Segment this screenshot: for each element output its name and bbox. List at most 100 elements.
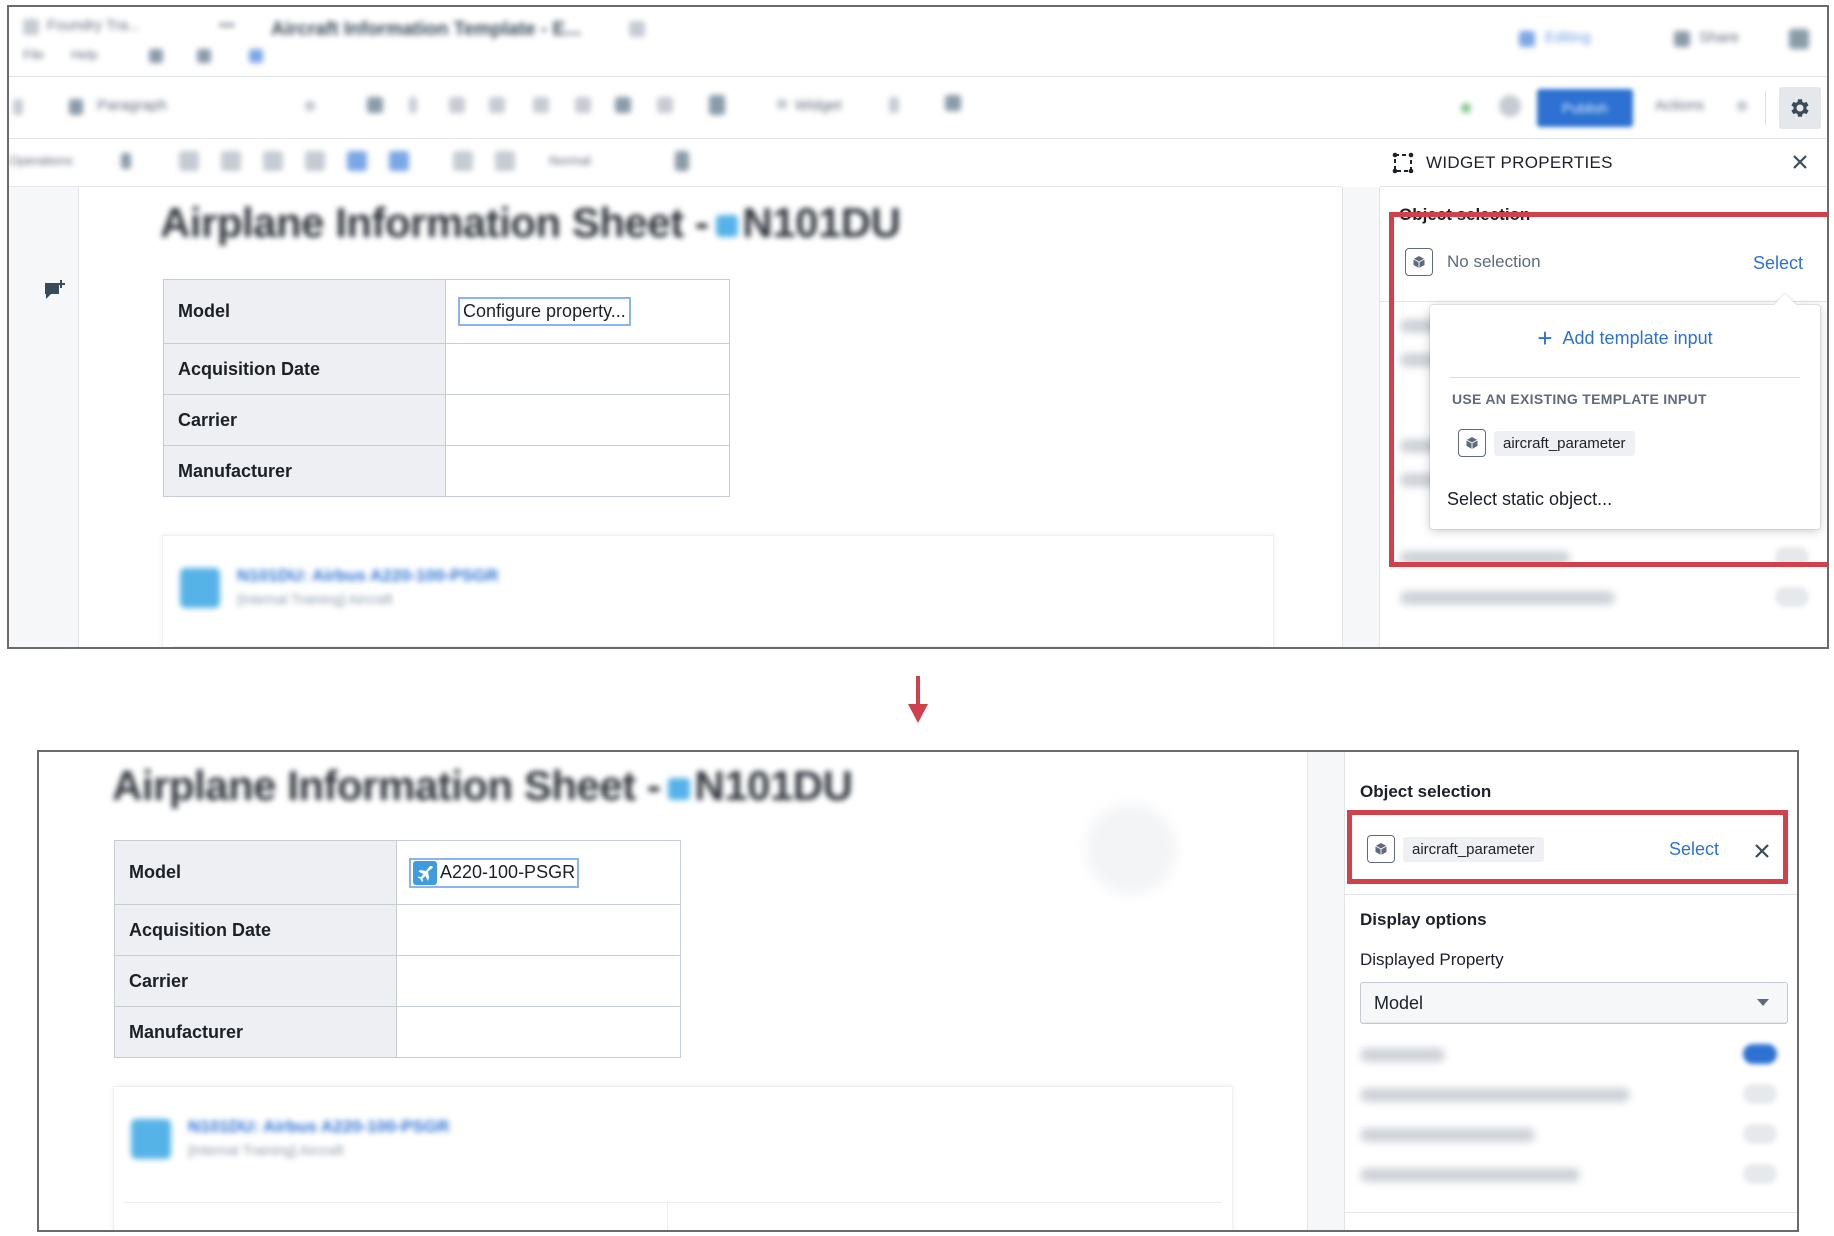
text-color-icon[interactable] bbox=[615, 97, 631, 113]
row-value[interactable]: Configure property... bbox=[445, 279, 730, 344]
underline-icon[interactable] bbox=[449, 97, 465, 113]
configure-property-widget[interactable]: Configure property... bbox=[458, 297, 631, 326]
actions-chevron-icon bbox=[1737, 101, 1747, 111]
object-card[interactable]: N101DU: Airbus A220-100-PSGR [Internal T… bbox=[162, 535, 1274, 647]
info-table: Model A220-100-PSGR Acquisition Date Car… bbox=[114, 840, 681, 1058]
widget-properties-panel: WIDGET PROPERTIES Object selection No se… bbox=[1380, 139, 1827, 647]
blurred-option-apply-formatting bbox=[1400, 591, 1615, 605]
split-cells-icon[interactable] bbox=[495, 151, 515, 171]
undo-icon[interactable] bbox=[13, 99, 23, 115]
table-row: Model Configure property... bbox=[163, 279, 730, 344]
share-button[interactable]: Share bbox=[1699, 29, 1739, 46]
insert-row-above-icon[interactable] bbox=[179, 151, 199, 171]
row-value[interactable]: A220-100-PSGR bbox=[396, 840, 681, 905]
object-property-widget[interactable]: A220-100-PSGR bbox=[409, 857, 580, 888]
panel-title: WIDGET PROPERTIES bbox=[1426, 152, 1613, 172]
header-col-icon[interactable] bbox=[389, 151, 409, 171]
insert-col-right-icon[interactable] bbox=[305, 151, 325, 171]
pencil-icon bbox=[1519, 31, 1535, 47]
displayed-property-value: Model bbox=[1374, 992, 1424, 1013]
toggle-show-icon[interactable] bbox=[1743, 1044, 1777, 1064]
displayed-property-select[interactable]: Model bbox=[1360, 982, 1788, 1024]
table-format-bar: Operations Normal bbox=[9, 139, 1342, 187]
heading-text: Airplane Information Sheet - bbox=[112, 762, 661, 809]
toggle-apply-ontology-formatting[interactable] bbox=[1743, 1164, 1777, 1184]
delete-table-icon[interactable] bbox=[675, 151, 689, 171]
before-screenshot: Foundry Tra... ••• Aircraft Information … bbox=[7, 5, 1829, 649]
loading-indicator bbox=[1086, 804, 1176, 894]
close-panel-icon[interactable] bbox=[1789, 151, 1811, 173]
heading-object-name[interactable]: N101DU bbox=[742, 199, 901, 246]
row-value[interactable] bbox=[445, 343, 730, 395]
operations-label: Operations bbox=[9, 153, 73, 168]
document-canvas: Airplane Information Sheet - N101DU Model… bbox=[80, 187, 1342, 647]
paragraph-style-select[interactable]: Paragraph bbox=[97, 97, 167, 114]
align-icon[interactable] bbox=[709, 95, 725, 115]
sidebar-toggle-icon[interactable] bbox=[1789, 29, 1809, 49]
airplane-object-icon bbox=[131, 1119, 171, 1159]
code-icon[interactable] bbox=[533, 97, 549, 113]
highlight-icon[interactable] bbox=[657, 97, 673, 113]
link-icon[interactable] bbox=[575, 97, 591, 113]
row-value[interactable] bbox=[396, 1006, 681, 1058]
document-heading: Airplane Information Sheet - N101DU bbox=[112, 762, 853, 810]
card-subtitle: [Internal Training] Aircraft bbox=[188, 1142, 344, 1158]
row-value[interactable] bbox=[445, 445, 730, 497]
toggle-label-show-properties-on-hover bbox=[1360, 1088, 1630, 1102]
add-comment-icon[interactable] bbox=[43, 279, 67, 303]
card-title[interactable]: N101DU: Airbus A220-100-PSGR bbox=[237, 566, 498, 586]
edit-status-icon bbox=[249, 49, 263, 63]
merge-cells-icon[interactable] bbox=[453, 151, 473, 171]
object-selection-label: Object selection bbox=[1360, 782, 1492, 801]
gear-icon bbox=[1791, 99, 1809, 117]
menu-help[interactable]: Help bbox=[71, 47, 98, 62]
widget-properties-panel: Object selection aircraft_parameter Sele… bbox=[1345, 752, 1797, 1230]
star-icon[interactable] bbox=[629, 21, 645, 37]
breadcrumb-more[interactable]: ••• bbox=[219, 17, 235, 34]
model-value: A220-100-PSGR bbox=[440, 862, 576, 882]
info-icon[interactable] bbox=[197, 49, 211, 63]
toggle-show-properties-on-hover[interactable] bbox=[1743, 1084, 1777, 1104]
row-value[interactable] bbox=[396, 955, 681, 1007]
header-row-icon[interactable] bbox=[347, 151, 367, 171]
editing-button[interactable]: Editing bbox=[1545, 29, 1591, 46]
strikethrough-icon[interactable] bbox=[489, 97, 505, 113]
bold-icon[interactable] bbox=[367, 97, 383, 113]
scroll-gutter bbox=[1307, 752, 1345, 1230]
displayed-property-label: Displayed Property bbox=[1360, 950, 1504, 969]
toggle-label-apply-ontology-formatting bbox=[1360, 1168, 1580, 1182]
document-heading: Airplane Information Sheet - N101DU bbox=[160, 199, 901, 247]
breadcrumb-project[interactable]: Foundry Tra... bbox=[47, 17, 140, 34]
cell-icon[interactable] bbox=[121, 153, 131, 169]
heading-object-name[interactable]: N101DU bbox=[694, 762, 853, 809]
card-title[interactable]: N101DU: Airbus A220-100-PSGR bbox=[188, 1117, 449, 1137]
attachment-icon[interactable] bbox=[945, 95, 961, 111]
object-card[interactable]: N101DU: Airbus A220-100-PSGR [Internal T… bbox=[113, 1086, 1233, 1230]
settings-button[interactable] bbox=[1779, 87, 1821, 129]
row-label: Acquisition Date bbox=[163, 343, 446, 395]
menu-file[interactable]: File bbox=[23, 47, 44, 62]
table-row: Acquisition Date bbox=[163, 343, 730, 395]
publish-button[interactable]: Publish bbox=[1537, 89, 1633, 127]
document-canvas: Airplane Information Sheet - N101DU Model… bbox=[39, 752, 1307, 1230]
italic-icon[interactable] bbox=[409, 97, 417, 113]
toggle-show-property-name[interactable] bbox=[1743, 1124, 1777, 1144]
chevron-right-icon[interactable] bbox=[889, 97, 899, 113]
row-value[interactable] bbox=[445, 394, 730, 446]
airplane-object-icon bbox=[180, 568, 220, 608]
insert-widget-button[interactable]: Widget bbox=[795, 97, 842, 114]
insert-row-below-icon[interactable] bbox=[221, 151, 241, 171]
history-icon[interactable] bbox=[149, 49, 163, 63]
insert-col-left-icon[interactable] bbox=[263, 151, 283, 171]
editor-toolbar: Paragraph Widget Publish Actions bbox=[9, 77, 1827, 139]
actions-menu[interactable]: Actions bbox=[1655, 97, 1704, 114]
table-row: Acquisition Date bbox=[114, 904, 681, 956]
caret-down-icon bbox=[1757, 999, 1769, 1006]
document-title[interactable]: Aircraft Information Template - E... bbox=[271, 19, 581, 41]
row-value[interactable] bbox=[396, 904, 681, 956]
cell-style-select[interactable]: Normal bbox=[549, 153, 591, 168]
folder-icon bbox=[23, 19, 39, 35]
panel-header: WIDGET PROPERTIES bbox=[1380, 139, 1827, 187]
toggle-switch[interactable] bbox=[1775, 587, 1809, 607]
preview-icon[interactable] bbox=[1499, 95, 1521, 117]
